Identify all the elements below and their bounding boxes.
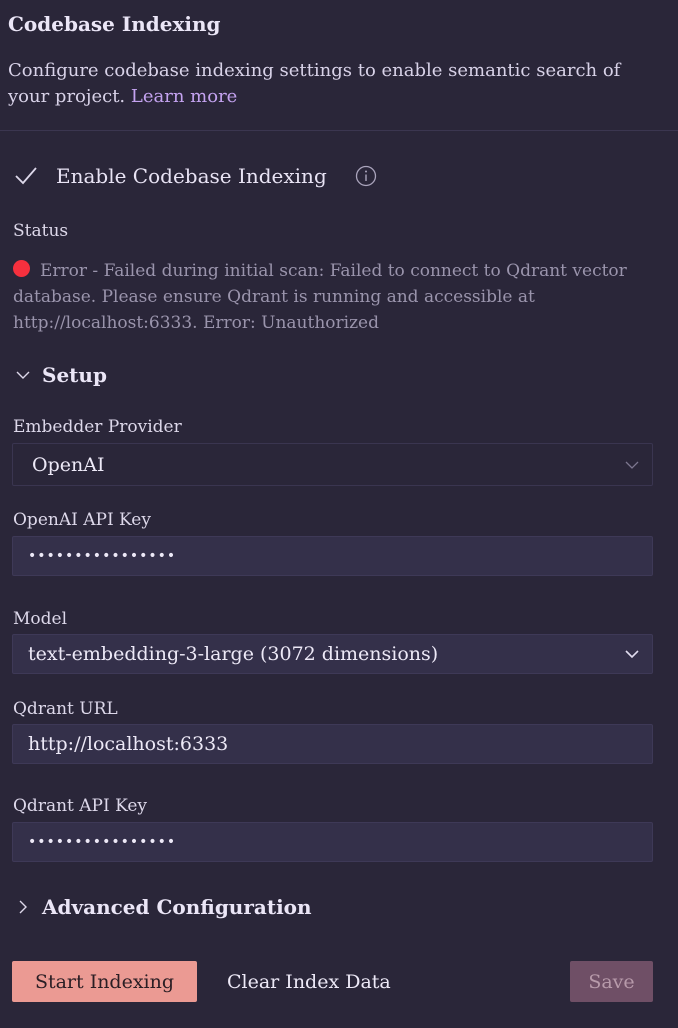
chevron-right-icon bbox=[14, 898, 32, 916]
action-bar: Start Indexing Clear Index Data Save bbox=[12, 961, 653, 1002]
embedder-provider-select[interactable]: OpenAI bbox=[12, 443, 653, 486]
status-message: Error - Failed during initial scan: Fail… bbox=[13, 258, 663, 336]
header-divider bbox=[0, 130, 678, 131]
advanced-configuration-toggle[interactable]: Advanced Configuration bbox=[14, 895, 312, 919]
clear-index-data-button[interactable]: Clear Index Data bbox=[227, 961, 391, 1002]
advanced-configuration-label: Advanced Configuration bbox=[42, 895, 312, 919]
openai-api-key-input[interactable]: •••••••••••••••• bbox=[12, 536, 653, 576]
setup-section-label: Setup bbox=[42, 363, 107, 387]
openai-api-key-value: •••••••••••••••• bbox=[28, 548, 177, 564]
enable-indexing-row: Enable Codebase Indexing bbox=[12, 160, 377, 192]
chevron-down-icon bbox=[612, 646, 652, 662]
page-title: Codebase Indexing bbox=[8, 12, 221, 36]
enable-indexing-checkbox[interactable] bbox=[12, 162, 40, 190]
description-text: Configure codebase indexing settings to … bbox=[8, 60, 621, 107]
qdrant-url-value: http://localhost:6333 bbox=[28, 733, 229, 755]
codebase-indexing-panel: Codebase Indexing Configure codebase ind… bbox=[0, 0, 678, 1028]
model-select[interactable]: text-embedding-3-large (3072 dimensions) bbox=[12, 634, 653, 674]
chevron-down-icon bbox=[612, 457, 652, 473]
qdrant-url-input[interactable]: http://localhost:6333 bbox=[12, 724, 653, 764]
start-indexing-button[interactable]: Start Indexing bbox=[12, 961, 197, 1002]
qdrant-api-key-label: Qdrant API Key bbox=[13, 796, 148, 816]
chevron-down-icon bbox=[14, 366, 32, 384]
qdrant-api-key-input[interactable]: •••••••••••••••• bbox=[12, 822, 653, 862]
status-text: Error - Failed during initial scan: Fail… bbox=[13, 261, 627, 333]
embedder-provider-value: OpenAI bbox=[32, 453, 105, 476]
model-value: text-embedding-3-large (3072 dimensions) bbox=[28, 643, 439, 665]
model-label: Model bbox=[13, 609, 68, 629]
openai-api-key-label: OpenAI API Key bbox=[13, 510, 151, 530]
enable-indexing-label: Enable Codebase Indexing bbox=[56, 164, 327, 188]
info-icon[interactable] bbox=[355, 165, 377, 187]
embedder-provider-label: Embedder Provider bbox=[13, 417, 182, 437]
qdrant-api-key-value: •••••••••••••••• bbox=[28, 834, 177, 850]
page-description: Configure codebase indexing settings to … bbox=[8, 58, 648, 110]
learn-more-link[interactable]: Learn more bbox=[131, 86, 237, 107]
status-label: Status bbox=[13, 221, 69, 241]
setup-section-toggle[interactable]: Setup bbox=[14, 363, 107, 387]
status-error-dot-icon bbox=[13, 260, 30, 277]
qdrant-url-label: Qdrant URL bbox=[13, 699, 118, 719]
checkmark-icon bbox=[15, 167, 37, 185]
save-button[interactable]: Save bbox=[570, 961, 653, 1002]
